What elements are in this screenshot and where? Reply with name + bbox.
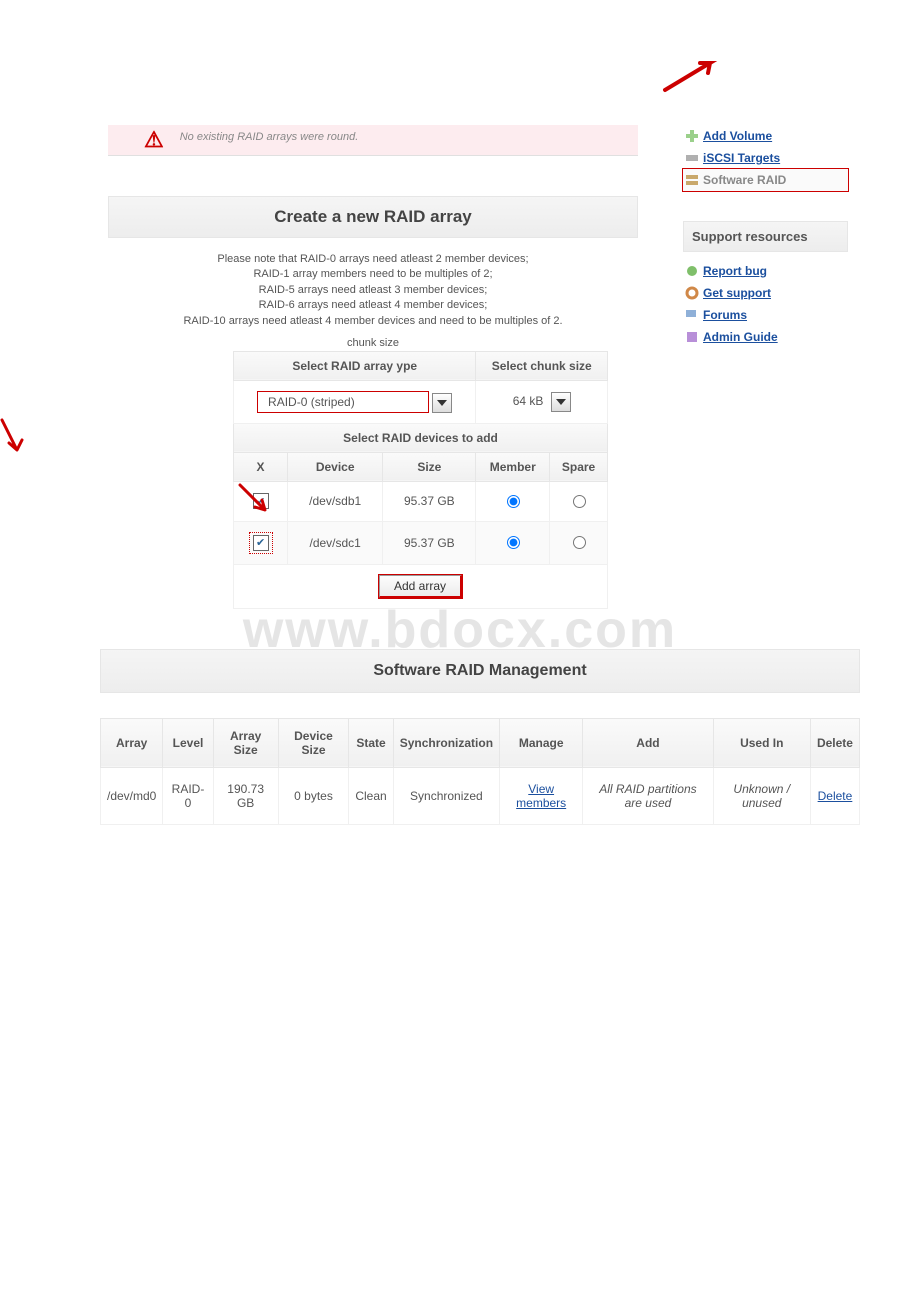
member-radio[interactable]: [507, 536, 520, 549]
support-item-admin-guide[interactable]: Admin Guide: [683, 326, 848, 348]
help-line: RAID-1 array members need to be multiple…: [112, 267, 634, 282]
col-x: X: [234, 452, 288, 481]
nav-link[interactable]: iSCSI Targets: [703, 151, 780, 165]
spare-radio[interactable]: [573, 536, 586, 549]
chunk-hint-label: chunk size: [108, 337, 638, 351]
raid-type-dropdown-icon[interactable]: [432, 393, 452, 413]
delete-link[interactable]: Delete: [818, 789, 853, 803]
support-link[interactable]: Admin Guide: [703, 330, 778, 344]
nav-menu: Add Volume iSCSI Targets Software RAID: [683, 125, 848, 191]
device-name: /dev/sdb1: [288, 481, 383, 521]
header-raid-type: Select RAID array ype: [234, 351, 476, 380]
header-select-devices: Select RAID devices to add: [234, 423, 608, 452]
help-line: RAID-6 arrays need atleast 4 member devi…: [112, 298, 634, 313]
device-name: /dev/sdc1: [288, 521, 383, 564]
raid-type-select[interactable]: RAID-0 (striped): [257, 391, 429, 413]
col-used-in: Used In: [713, 718, 810, 767]
col-array-size: Array Size: [213, 718, 278, 767]
bug-icon: [685, 264, 699, 278]
device-size: 95.37 GB: [383, 481, 476, 521]
raid-config-table: Select RAID array ype Select chunk size …: [233, 351, 608, 609]
device-checkbox[interactable]: [253, 535, 269, 551]
nav-item-software-raid[interactable]: Software RAID: [683, 169, 848, 191]
nav-link[interactable]: Software RAID: [703, 173, 786, 187]
col-device: Device: [288, 452, 383, 481]
lifebuoy-icon: [685, 286, 699, 300]
col-device-size: Device Size: [278, 718, 349, 767]
nav-link[interactable]: Add Volume: [703, 129, 772, 143]
add-array-button[interactable]: Add array: [379, 575, 462, 598]
support-menu: Report bug Get support Forums Admin Guid…: [683, 260, 848, 348]
chunk-size-select[interactable]: 64 kB: [513, 394, 544, 408]
cell-used-in: Unknown / unused: [713, 767, 810, 824]
cell-sync: Synchronized: [393, 767, 499, 824]
cell-array: /dev/md0: [101, 767, 163, 824]
help-line: Please note that RAID-0 arrays need atle…: [112, 252, 634, 267]
col-sync: Synchronization: [393, 718, 499, 767]
nav-item-add-volume[interactable]: Add Volume: [683, 125, 848, 147]
support-item-report-bug[interactable]: Report bug: [683, 260, 848, 282]
col-member: Member: [476, 452, 550, 481]
book-icon: [685, 330, 699, 344]
chat-icon: [685, 308, 699, 322]
cell-device-size: 0 bytes: [278, 767, 349, 824]
help-line: RAID-5 arrays need atleast 3 member devi…: [112, 283, 634, 298]
cell-state: Clean: [349, 767, 393, 824]
red-arrow-icon: [660, 55, 720, 95]
raid-management-table: Array Level Array Size Device Size State…: [100, 718, 860, 825]
support-link[interactable]: Report bug: [703, 264, 767, 278]
header-chunk-size: Select chunk size: [476, 351, 608, 380]
support-resources-header: Support resources: [683, 221, 848, 252]
support-item-get-support[interactable]: Get support: [683, 282, 848, 304]
col-delete: Delete: [810, 718, 859, 767]
spare-radio[interactable]: [573, 495, 586, 508]
nav-item-iscsi[interactable]: iSCSI Targets: [683, 147, 848, 169]
raid-icon: [685, 173, 699, 187]
create-raid-title: Create a new RAID array: [108, 196, 638, 238]
plus-icon: [685, 129, 699, 143]
device-size: 95.37 GB: [383, 521, 476, 564]
raid-help-text: Please note that RAID-0 arrays need atle…: [108, 238, 638, 337]
cell-array-size: 190.73 GB: [213, 767, 278, 824]
disk-icon: [685, 151, 699, 165]
member-radio[interactable]: [507, 495, 520, 508]
support-link[interactable]: Get support: [703, 286, 771, 300]
raid-management-title: Software RAID Management: [100, 649, 860, 693]
help-line: RAID-10 arrays need atleast 4 member dev…: [112, 314, 634, 329]
warning-banner: ⚠ No existing RAID arrays were round.: [108, 125, 638, 156]
device-checkbox[interactable]: [253, 493, 269, 509]
col-manage: Manage: [500, 718, 583, 767]
chunk-size-dropdown-icon[interactable]: [551, 392, 571, 412]
col-add: Add: [583, 718, 713, 767]
warning-icon: ⚠: [144, 129, 164, 151]
col-size: Size: [383, 452, 476, 481]
cell-level: RAID-0: [163, 767, 213, 824]
support-link[interactable]: Forums: [703, 308, 747, 322]
col-state: State: [349, 718, 393, 767]
device-row: /dev/sdb1 95.37 GB: [234, 481, 608, 521]
device-row: /dev/sdc1 95.37 GB: [234, 521, 608, 564]
col-level: Level: [163, 718, 213, 767]
warning-message: No existing RAID arrays were round.: [180, 129, 632, 143]
cell-add: All RAID partitions are used: [583, 767, 713, 824]
col-spare: Spare: [550, 452, 608, 481]
red-arrow-icon: [0, 415, 37, 455]
raid-row: /dev/md0 RAID-0 190.73 GB 0 bytes Clean …: [101, 767, 860, 824]
col-array: Array: [101, 718, 163, 767]
support-item-forums[interactable]: Forums: [683, 304, 848, 326]
view-members-link[interactable]: View members: [516, 782, 566, 810]
